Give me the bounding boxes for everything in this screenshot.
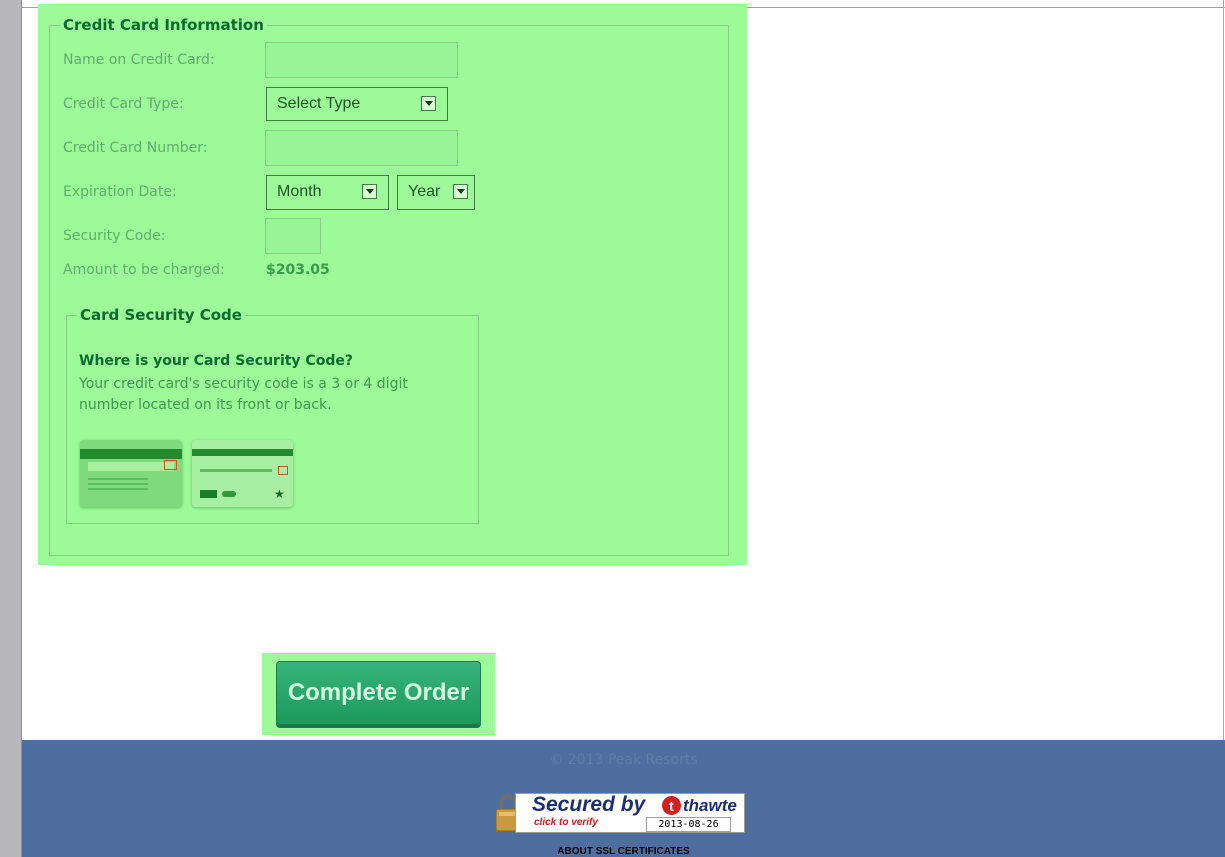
name-on-card-input[interactable] — [265, 42, 458, 78]
credit-card-back-icon — [80, 440, 182, 507]
security-code-description: Your credit card's security code is a 3 … — [79, 376, 408, 413]
chevron-down-icon[interactable] — [421, 96, 436, 111]
card-type-value: Select Type — [277, 95, 361, 112]
expiration-month-value: Month — [277, 183, 322, 200]
name-on-card-label: Name on Credit Card: — [63, 52, 215, 68]
seal-brand: thawte — [683, 796, 737, 815]
copyright-text: © 2013 Peak Resorts — [549, 752, 698, 768]
credit-card-information-legend: Credit Card Information — [63, 16, 264, 34]
left-window-border — [0, 0, 22, 857]
about-ssl-link[interactable]: ABOUT SSL CERTIFICATES — [22, 846, 1225, 857]
security-code-input[interactable] — [265, 218, 321, 254]
right-divider — [1223, 0, 1224, 740]
security-code-question: Where is your Card Security Code? — [79, 353, 353, 369]
thawte-logo-icon: t — [662, 796, 681, 815]
seal-date: 2013-08-26 — [646, 817, 731, 832]
amount-value: $203.05 — [266, 262, 330, 278]
security-code-label: Security Code: — [63, 228, 166, 244]
thawte-seal[interactable]: Secured by t thawte click to verify 2013… — [495, 788, 745, 836]
expiration-date-label: Expiration Date: — [63, 184, 177, 200]
complete-order-button[interactable]: Complete Order — [276, 661, 481, 725]
chevron-down-icon[interactable] — [362, 184, 377, 199]
expiration-month-select[interactable]: Month — [266, 175, 389, 210]
card-number-input[interactable] — [265, 130, 458, 166]
expiration-year-value: Year — [408, 183, 441, 200]
amount-label: Amount to be charged: — [63, 262, 225, 278]
expiration-year-select[interactable]: Year — [397, 175, 475, 210]
seal-box: Secured by t thawte click to verify 2013… — [515, 793, 745, 833]
footer: © 2013 Peak Resorts Secured by t thawte … — [22, 740, 1225, 857]
seal-verify-link[interactable]: click to verify — [534, 817, 598, 828]
seal-secured-text: Secured by — [532, 793, 646, 816]
chevron-down-icon[interactable] — [453, 184, 468, 199]
credit-card-front-icon: ★ — [192, 440, 293, 507]
card-type-label: Credit Card Type: — [63, 96, 184, 112]
card-security-code-legend: Card Security Code — [80, 306, 242, 324]
card-number-label: Credit Card Number: — [63, 140, 208, 156]
card-type-select[interactable]: Select Type — [266, 87, 448, 121]
